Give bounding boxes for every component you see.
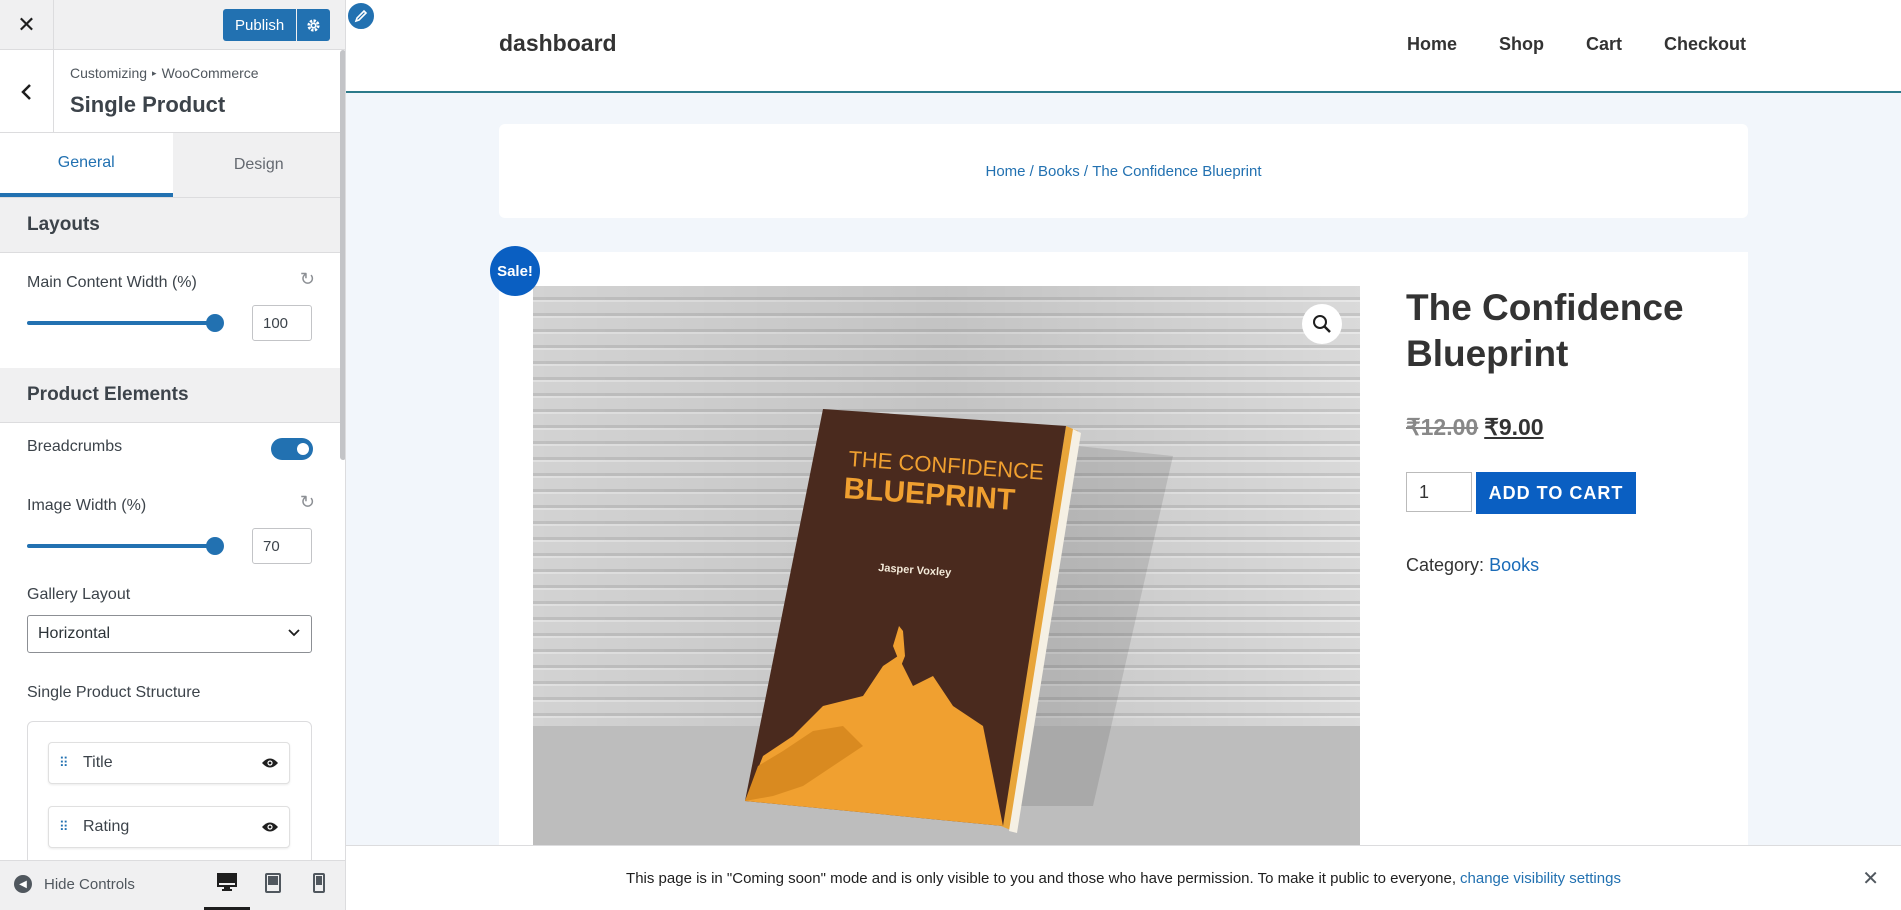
gallery-layout-select[interactable]: Horizontal — [27, 615, 312, 653]
main-nav: Home Shop Cart Checkout — [1365, 34, 1746, 55]
preview-tablet-button[interactable] — [250, 873, 296, 910]
section-breadcrumb: Customizing ▸ WooCommerce — [70, 65, 259, 81]
price-old: ₹12.00 — [1406, 414, 1479, 440]
breadcrumbs-label: Breadcrumbs — [27, 438, 123, 455]
drag-handle-icon[interactable]: ⠿ — [59, 755, 71, 771]
product-photo: THE CONFIDENCE BLUEPRINT Jasper Voxley — [533, 286, 1360, 846]
coming-soon-notice: This page is in "Coming soon" mode and i… — [346, 845, 1901, 910]
zoom-button[interactable] — [1302, 304, 1342, 344]
gallery-layout-value: Horizontal — [38, 625, 111, 642]
quantity-input[interactable]: 1 — [1406, 472, 1472, 512]
eye-icon[interactable] — [261, 821, 279, 833]
product-title: The Confidence Blueprint — [1406, 287, 1684, 374]
breadcrumb-root: Customizing — [70, 65, 148, 81]
breadcrumb-home[interactable]: Home — [985, 163, 1025, 180]
desktop-icon — [217, 873, 237, 891]
structure-item-label: Rating — [83, 818, 130, 835]
product-elements-panel: Breadcrumbs Image Width (%) ↻ 70 Gallery… — [0, 423, 345, 910]
structure-item-title[interactable]: ⠿ Title — [48, 742, 290, 784]
edit-shortcut-button[interactable] — [346, 1, 376, 31]
chevron-down-icon — [288, 629, 300, 637]
slider-thumb[interactable] — [206, 537, 224, 555]
breadcrumb-arrow-icon: ▸ — [152, 68, 157, 78]
change-visibility-link[interactable]: change visibility settings — [1460, 870, 1621, 887]
mobile-icon — [313, 873, 325, 893]
product-image[interactable]: THE CONFIDENCE BLUEPRINT Jasper Voxley — [533, 286, 1360, 846]
breadcrumb-current: The Confidence Blueprint — [1092, 162, 1262, 180]
site-title[interactable]: dashboard — [499, 30, 617, 57]
publish-group: Publish — [223, 9, 331, 41]
eye-icon[interactable] — [261, 757, 279, 769]
close-customizer-button[interactable]: ✕ — [0, 0, 54, 50]
section-header: Customizing ▸ WooCommerce Single Product — [0, 50, 345, 133]
product-price: ₹12.00 ₹9.00 — [1406, 414, 1544, 441]
tab-general[interactable]: General — [0, 133, 173, 197]
gear-icon — [307, 18, 320, 32]
close-icon[interactable]: ✕ — [1862, 866, 1879, 891]
structure-item-rating[interactable]: ⠿ Rating — [48, 806, 290, 848]
breadcrumb-parent: WooCommerce — [161, 65, 259, 81]
price-new: ₹9.00 — [1484, 414, 1544, 440]
gallery-layout-label: Gallery Layout — [27, 586, 131, 603]
breadcrumbs-toggle[interactable] — [271, 438, 313, 460]
hide-controls-button[interactable]: ◀ Hide Controls — [14, 875, 135, 893]
reset-icon[interactable]: ↻ — [300, 492, 315, 513]
main-content-width-input[interactable]: 100 — [252, 305, 312, 341]
tab-design[interactable]: Design — [172, 133, 345, 197]
image-width-label: Image Width (%) — [27, 497, 147, 514]
tab-bar: General Design — [0, 133, 345, 198]
nav-shop[interactable]: Shop — [1499, 34, 1544, 55]
back-button[interactable] — [0, 50, 54, 133]
site-header: dashboard Home Shop Cart Checkout — [346, 0, 1901, 93]
nav-checkout[interactable]: Checkout — [1664, 34, 1746, 55]
breadcrumb: Home / Books / The Confidence Blueprint — [499, 124, 1748, 218]
chevron-left-icon — [20, 83, 31, 100]
notice-text: This page is in "Coming soon" mode and i… — [626, 869, 1457, 887]
drag-handle-icon[interactable]: ⠿ — [59, 819, 71, 835]
pencil-icon — [354, 9, 368, 23]
layouts-heading: Layouts — [0, 198, 345, 253]
tablet-icon — [265, 873, 281, 893]
hide-controls-label: Hide Controls — [44, 875, 135, 893]
slider-thumb[interactable] — [206, 314, 224, 332]
publish-button[interactable]: Publish — [223, 9, 297, 41]
nav-cart[interactable]: Cart — [1586, 34, 1622, 55]
image-width-input[interactable]: 70 — [252, 528, 312, 564]
main-content-width-label: Main Content Width (%) — [27, 274, 197, 291]
structure-item-label: Title — [83, 754, 113, 771]
toggle-knob — [297, 443, 309, 455]
sale-badge: Sale! — [490, 246, 540, 296]
nav-home[interactable]: Home — [1407, 34, 1457, 55]
add-to-cart-button[interactable]: ADD TO CART — [1476, 472, 1636, 514]
single-product-structure-label: Single Product Structure — [27, 684, 201, 701]
customizer-sidebar: ✕ Publish Customizing ▸ WooCommerce Single… — [0, 0, 346, 910]
product-category: Category: Books — [1406, 555, 1539, 576]
preview-desktop-button[interactable] — [204, 873, 250, 910]
customizer-topbar: ✕ Publish — [0, 0, 345, 50]
preview-mobile-button[interactable] — [296, 873, 342, 910]
customizer-footer: ◀ Hide Controls — [0, 860, 345, 910]
section-title: Single Product — [70, 92, 226, 117]
breadcrumb-separator: / — [1025, 162, 1039, 180]
image-width-slider[interactable] — [27, 537, 224, 555]
breadcrumb-category[interactable]: Books — [1038, 163, 1080, 180]
search-icon — [1313, 315, 1331, 333]
reset-icon[interactable]: ↻ — [300, 269, 315, 290]
site-preview: dashboard Home Shop Cart Checkout Home /… — [346, 0, 1901, 910]
collapse-icon: ◀ — [14, 875, 32, 893]
layouts-panel: Main Content Width (%) ↻ 100 — [0, 253, 345, 368]
product-elements-heading: Product Elements — [0, 368, 345, 423]
publish-settings-button[interactable] — [297, 9, 331, 41]
breadcrumb-separator: / — [1079, 162, 1093, 180]
main-content-width-slider[interactable] — [27, 314, 224, 332]
category-label: Category: — [1406, 555, 1485, 575]
category-link[interactable]: Books — [1489, 555, 1539, 575]
